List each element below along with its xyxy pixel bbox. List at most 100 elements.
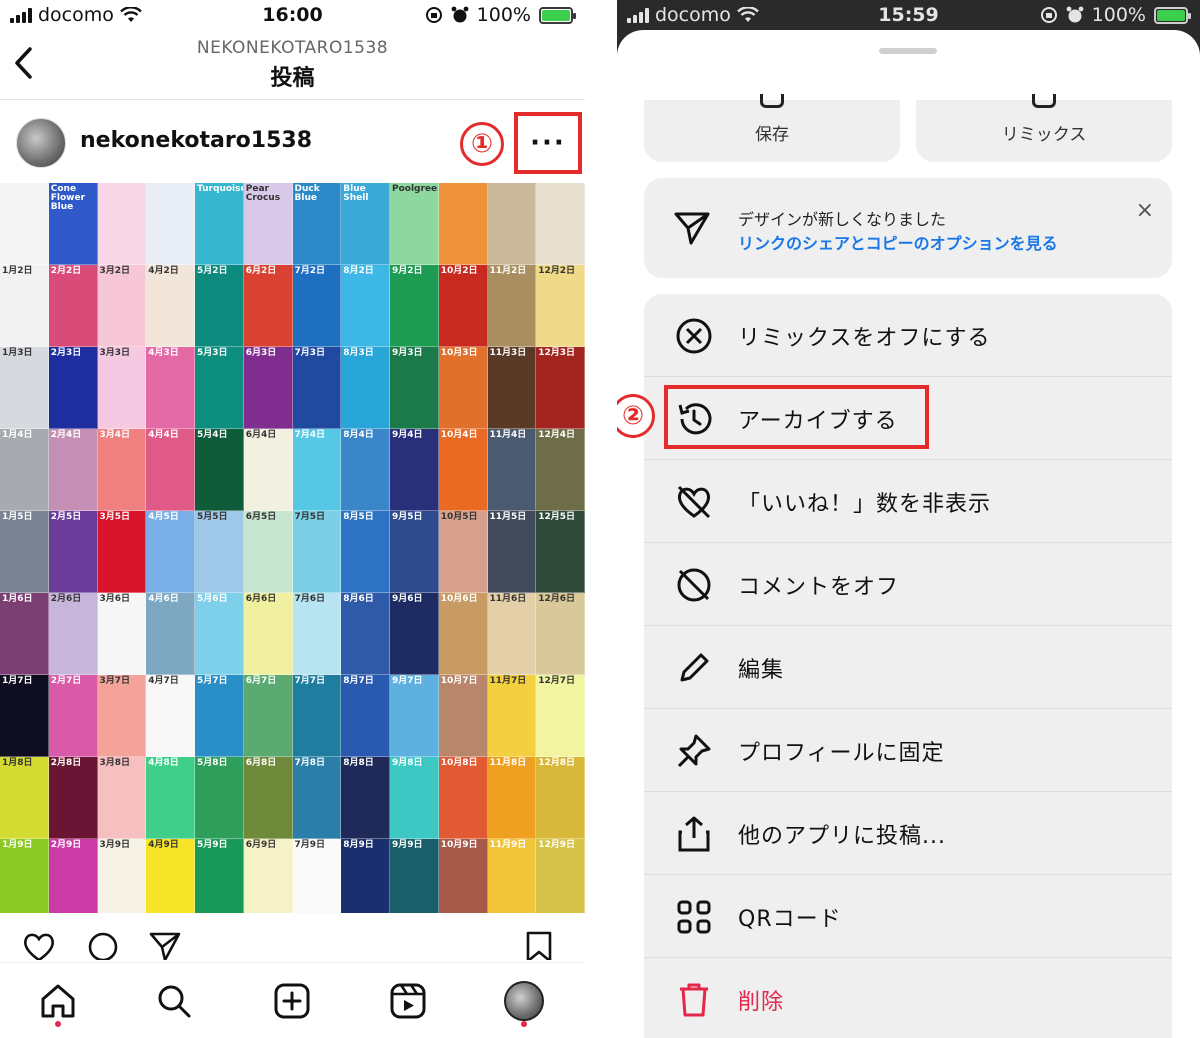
color-cell: 3月4日 (97, 429, 147, 511)
menu-item-label: QRコード (738, 907, 842, 932)
color-cell: 2月3日 (48, 347, 98, 429)
color-cell: 9月5日 (390, 511, 439, 593)
color-cell-date: 1月3日 (2, 348, 33, 358)
step-marker-1: ① (460, 122, 504, 166)
menu-item-qr-code[interactable]: QRコード (644, 875, 1172, 958)
notice-link[interactable]: リンクのシェアとコピーのオプションを見る (738, 230, 1058, 254)
reels-icon (390, 983, 426, 1019)
share-upload-icon (674, 814, 714, 854)
color-cell: 10月6日 (438, 593, 488, 675)
sheet-handle[interactable] (879, 48, 937, 54)
color-cell-date: 2月3日 (50, 348, 82, 358)
close-icon[interactable]: × (1136, 198, 1154, 223)
color-cell: 8月7日 (341, 675, 390, 757)
color-cell (438, 183, 488, 265)
remix-button[interactable]: リミックス (916, 94, 1172, 162)
color-cell (97, 183, 147, 265)
menu-item-trash[interactable]: 削除 (644, 958, 1172, 1038)
save-button[interactable]: 保存 (644, 94, 900, 162)
color-cell-date: 6月2日 (245, 266, 277, 276)
post-image-calendar[interactable]: Cone Flower Blue Turquoise Pear Crocus Duck… (0, 183, 585, 913)
color-cell: 4月8日 (146, 757, 195, 839)
bookmark-icon[interactable] (522, 930, 556, 960)
color-cell-date: 3月6日 (99, 594, 131, 604)
options-menu: リミックスをオフにする アーカイブする 「いいね！」数を非表示 コメントをオフ 編集 プロ… (644, 294, 1172, 1038)
color-cell-date: 1月7日 (2, 676, 33, 686)
bookmark-icon (760, 94, 784, 108)
color-cell-date: 1月6日 (2, 594, 33, 604)
remix-icon (1032, 94, 1056, 108)
tab-search[interactable] (154, 981, 194, 1021)
color-cell: 10月9日 (438, 839, 488, 913)
color-cell: 6月2日 (243, 265, 293, 347)
heart-icon[interactable] (22, 930, 56, 960)
color-cell: 4月6日 (146, 593, 195, 675)
color-cell-date: 9月2日 (392, 266, 423, 276)
color-cell-date: 9月8日 (392, 758, 423, 768)
color-cell (146, 183, 195, 265)
color-cell: 8月5日 (341, 511, 390, 593)
color-cell: 8月4日 (341, 429, 390, 511)
profile-notification-dot (521, 1021, 527, 1027)
color-cell: 2月8日 (48, 757, 98, 839)
comment-icon[interactable] (86, 930, 120, 960)
tab-reels[interactable] (388, 981, 428, 1021)
color-cell-date: 8月9日 (343, 840, 374, 850)
options-sheet-screen: docomo 15:59 100% 保存 リミックス デザインが新しくなりました (617, 0, 1200, 1038)
home-icon (41, 984, 75, 1018)
menu-item-share-upload[interactable]: 他のアプリに投稿... (644, 792, 1172, 875)
color-cell: 4月7日 (146, 675, 195, 757)
tab-home[interactable] (38, 981, 78, 1027)
page-title: 投稿 (270, 66, 315, 91)
color-cell: 7月9日 (292, 839, 342, 913)
menu-item-label: 他のアプリに投稿... (738, 824, 946, 849)
color-cell-date: 10月3日 (440, 348, 478, 358)
tab-create[interactable] (272, 981, 312, 1021)
color-cell: 10月5日 (438, 511, 488, 593)
share-icon[interactable] (148, 930, 182, 960)
color-cell: 11月2日 (487, 265, 537, 347)
menu-item-x-circle[interactable]: リミックスをオフにする (644, 294, 1172, 377)
color-cell: 4月5日 (146, 511, 195, 593)
menu-item-pencil[interactable]: 編集 (644, 626, 1172, 709)
menu-item-pin[interactable]: プロフィールに固定 (644, 709, 1172, 792)
color-cell: 9月8日 (390, 757, 439, 839)
more-options-button[interactable]: ··· (514, 112, 582, 174)
menu-item-label: 「いいね！」数を非表示 (738, 492, 992, 517)
color-cell: Duck Blue (292, 183, 342, 265)
color-cell-date: 5月9日 (197, 840, 228, 850)
menu-item-label: プロフィールに固定 (738, 741, 945, 766)
color-cell-date: 2月8日 (50, 758, 82, 768)
color-cell-date: 9月3日 (392, 348, 423, 358)
username[interactable]: nekonekotaro1538 (80, 128, 312, 153)
color-cell: 6月7日 (243, 675, 293, 757)
color-cell: 7月4日 (292, 429, 342, 511)
color-cell-date: 8月7日 (343, 676, 374, 686)
color-cell: 2月2日 (48, 265, 98, 347)
tab-profile[interactable] (504, 981, 544, 1027)
color-cell-date: 2月6日 (50, 594, 82, 604)
color-cell: 8月9日 (341, 839, 390, 913)
color-cell-date: Cone Flower Blue (50, 184, 86, 212)
color-cell: Poolgreen (390, 183, 439, 265)
color-cell-date: 12月6日 (538, 594, 576, 604)
menu-item-comment-off[interactable]: コメントをオフ (644, 543, 1172, 626)
color-cell: 3月2日 (97, 265, 147, 347)
color-cell-date: 4月6日 (148, 594, 179, 604)
color-cell: 12月3日 (536, 347, 585, 429)
menu-item-heart-off[interactable]: 「いいね！」数を非表示 (644, 460, 1172, 543)
color-cell-date: 4月5日 (148, 512, 179, 522)
color-cell-date: 5月7日 (197, 676, 228, 686)
color-cell: 1月5日 (0, 511, 49, 593)
color-cell: 11月6日 (487, 593, 537, 675)
color-cell-date: 10月7日 (440, 676, 478, 686)
avatar[interactable] (16, 118, 66, 168)
color-cell: 7月6日 (292, 593, 342, 675)
color-cell-date: 5月5日 (197, 512, 228, 522)
color-cell-date: 2月4日 (50, 430, 82, 440)
color-cell-date: 11月9日 (489, 840, 527, 850)
color-cell: 10月2日 (438, 265, 488, 347)
color-cell-date: 5月4日 (197, 430, 228, 440)
battery-icon (1154, 6, 1191, 24)
color-cell-date: 10月5日 (440, 512, 478, 522)
